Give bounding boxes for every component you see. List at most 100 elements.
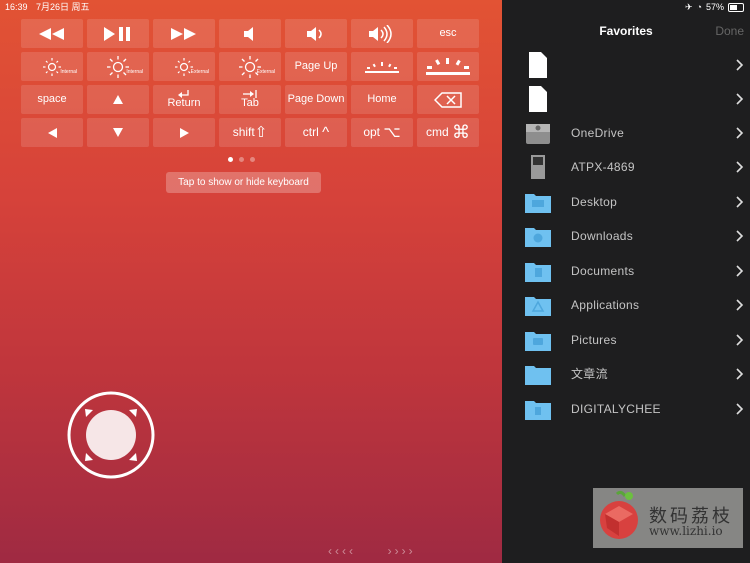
volume-mute-button[interactable]: [219, 19, 281, 48]
speaker-mute-icon: [244, 26, 253, 41]
page-dot-2[interactable]: [239, 157, 244, 162]
fast-forward-icon: [171, 27, 196, 40]
return-button[interactable]: Return: [153, 85, 215, 114]
chevron-right-icon: [736, 334, 744, 346]
backlight-high-icon: [426, 57, 470, 75]
triangle-left-icon: [47, 127, 57, 138]
wifi-icon: ◔: [696, 2, 702, 12]
favorites-item-label: Documents: [571, 264, 635, 278]
triangle-right-icon: [179, 127, 189, 138]
folder-downloads-icon: [525, 228, 551, 247]
pager-right[interactable]: ››››: [388, 544, 416, 558]
volume-up-button[interactable]: [351, 19, 413, 48]
option-icon: ⌥: [383, 124, 401, 141]
airplane-icon: ✈: [685, 2, 693, 12]
document-icon: [529, 86, 547, 112]
chevron-right-icon: [736, 161, 744, 173]
play-pause-button[interactable]: [87, 19, 149, 48]
speaker-low-icon: [307, 26, 322, 41]
favorites-item-label: 文章流: [571, 367, 608, 381]
brightness-up-internal-button[interactable]: Internal: [87, 52, 149, 81]
external-label: External: [190, 69, 209, 75]
favorites-item-digitalychee[interactable]: DIGITALYCHEE: [502, 394, 750, 428]
arrow-left-button[interactable]: [21, 118, 83, 147]
lychee-logo: [600, 490, 638, 539]
speaker-high-icon: [369, 24, 392, 43]
page-dot-3[interactable]: [250, 157, 255, 162]
document-icon: [529, 52, 547, 78]
arrow-right-button[interactable]: [153, 118, 215, 147]
page-indicator[interactable]: [228, 157, 255, 162]
page-down-button[interactable]: Page Down: [285, 85, 347, 114]
keyboard-toggle-hint[interactable]: Tap to show or hide keyboard: [166, 172, 321, 193]
escape-button[interactable]: esc: [417, 19, 479, 48]
arrow-up-button[interactable]: [87, 85, 149, 114]
chevron-right-icon: [736, 265, 744, 277]
folder-desktop-icon: [525, 194, 551, 213]
status-right: ✈ ◔ 57%: [685, 0, 744, 14]
drive-icon: [526, 124, 550, 144]
pager-left[interactable]: ‹‹‹‹: [328, 544, 356, 558]
favorites-item-atpx[interactable]: ATPX-4869: [502, 152, 750, 186]
escape-label: esc: [439, 27, 457, 39]
volume-down-button[interactable]: [285, 19, 347, 48]
control-icon: ^: [322, 124, 330, 141]
favorites-item-label: Pictures: [571, 333, 617, 347]
fast-forward-button[interactable]: [153, 19, 215, 48]
keyboard-backlight-up-button[interactable]: [417, 52, 479, 81]
chevron-right-icon: [736, 93, 744, 105]
rewind-button[interactable]: [21, 19, 83, 48]
favorites-item-pictures[interactable]: Pictures: [502, 325, 750, 359]
chevron-right-icon: [736, 299, 744, 311]
favorites-item-desktop[interactable]: Desktop: [502, 187, 750, 221]
page-up-button[interactable]: Page Up: [285, 52, 347, 81]
page-down-label: Page Down: [287, 93, 345, 105]
page-dot-1[interactable]: [228, 157, 233, 162]
delete-button[interactable]: [417, 85, 479, 114]
favorites-item[interactable]: [502, 50, 750, 84]
favorites-item-label: Downloads: [571, 229, 634, 243]
chevron-right-icon: [736, 368, 744, 380]
battery-percent: 57%: [705, 2, 724, 12]
option-label: opt: [363, 125, 381, 139]
favorites-item-documents[interactable]: Documents: [502, 256, 750, 290]
internal-label: Internal: [60, 69, 77, 75]
brightness-down-external-button[interactable]: External: [153, 52, 215, 81]
shift-button[interactable]: shift ⇧: [219, 118, 281, 147]
brightness-down-internal-button[interactable]: Internal: [21, 52, 83, 81]
internal-label: Internal: [126, 69, 143, 75]
folder-applications-icon: [525, 297, 551, 316]
option-button[interactable]: opt ⌥: [351, 118, 413, 147]
tab-button[interactable]: Tab: [219, 85, 281, 114]
pager[interactable]: ‹‹‹‹ ››››: [328, 544, 416, 558]
command-button[interactable]: cmd ⌘: [417, 118, 479, 147]
favorites-item-onedrive[interactable]: OneDrive: [502, 118, 750, 152]
space-label: space: [37, 93, 67, 105]
brightness-up-external-button[interactable]: External: [219, 52, 281, 81]
status-bar: 16:39 7月26日 周五 ✈ ◔ 57%: [0, 0, 750, 14]
watermark-url: www.lizhi.io: [649, 524, 723, 538]
favorites-item-applications[interactable]: Applications: [502, 290, 750, 324]
command-icon: ⌘: [452, 122, 470, 142]
favorites-title: Favorites: [599, 24, 653, 38]
rewind-icon: [39, 27, 64, 40]
home-label: Home: [367, 93, 397, 105]
trackpad-joystick[interactable]: [67, 391, 155, 479]
keyboard-backlight-down-button[interactable]: [351, 52, 413, 81]
chevron-right-icon: [736, 403, 744, 415]
arrow-down-button[interactable]: [87, 118, 149, 147]
shift-label: shift: [232, 125, 255, 139]
control-button[interactable]: ctrl ^: [285, 118, 347, 147]
favorites-item-downloads[interactable]: Downloads: [502, 221, 750, 255]
favorites-item-label: Desktop: [571, 195, 618, 209]
favorites-item[interactable]: [502, 84, 750, 118]
space-button[interactable]: space: [21, 85, 83, 114]
chevron-right-icon: [736, 127, 744, 139]
favorites-item-wenzhangliu[interactable]: 文章流: [502, 359, 750, 393]
delete-icon: [434, 91, 462, 108]
triangle-down-icon: [113, 128, 123, 137]
watermark: 数码荔枝 www.lizhi.io: [593, 488, 743, 548]
done-button[interactable]: Done: [715, 24, 744, 38]
triangle-up-icon: [113, 95, 123, 104]
home-button[interactable]: Home: [351, 85, 413, 114]
